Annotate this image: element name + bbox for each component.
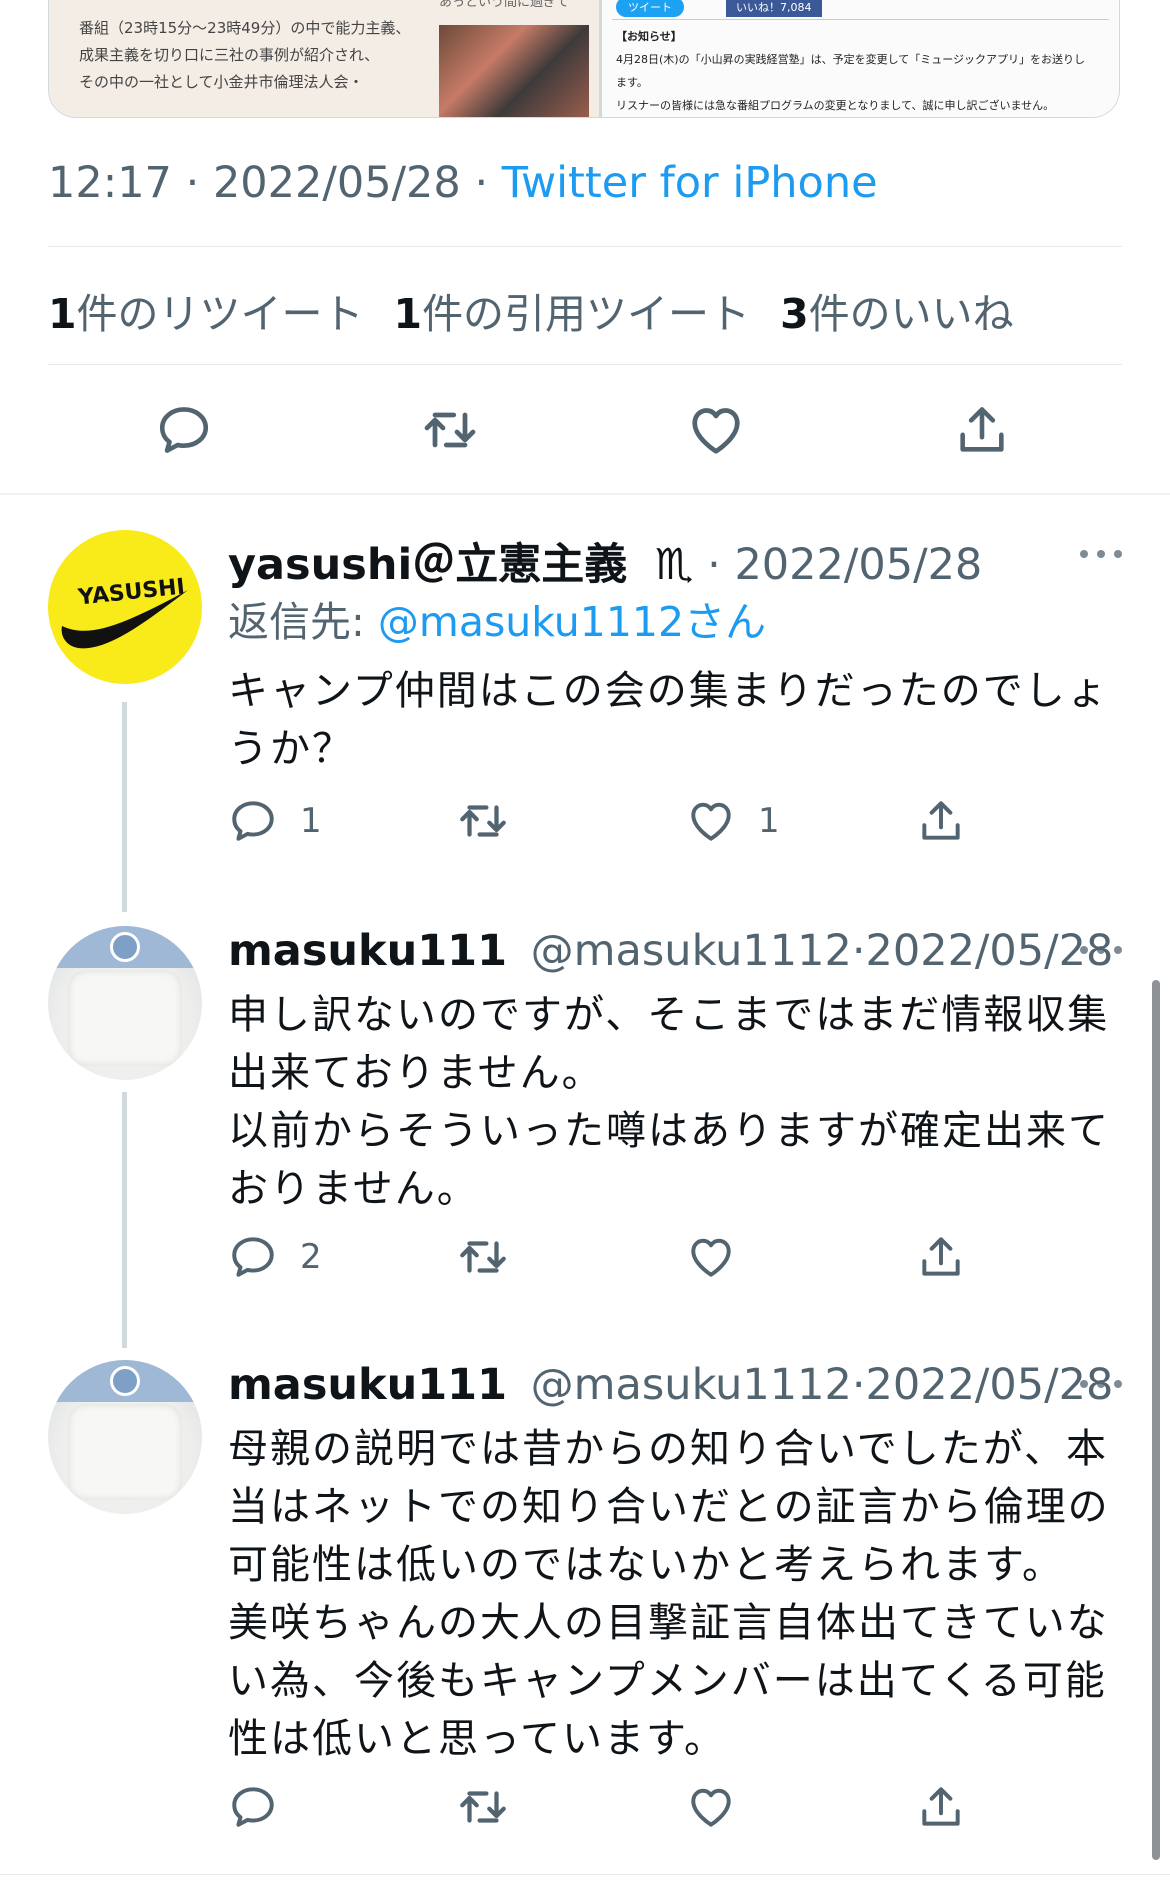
share-icon bbox=[916, 796, 966, 846]
retweet-button[interactable] bbox=[420, 400, 480, 460]
avatar[interactable] bbox=[48, 1360, 202, 1514]
reply-count: 2 bbox=[300, 1237, 322, 1277]
reply-action-bar: 2 bbox=[228, 1232, 988, 1282]
tweet-source[interactable]: Twitter for iPhone bbox=[502, 158, 878, 208]
more-icon[interactable] bbox=[1080, 1364, 1122, 1404]
media-photo: あっという間に過ぎて bbox=[439, 0, 589, 117]
reply-header: yasushi＠立憲主義 ♏ · 2022/05/28 bbox=[228, 530, 1122, 590]
divider bbox=[0, 1874, 1170, 1875]
divider bbox=[48, 364, 1122, 365]
group-photo bbox=[439, 25, 589, 117]
reply-icon bbox=[155, 401, 213, 459]
display-name[interactable]: masuku111 bbox=[228, 926, 507, 976]
reply-action-bar bbox=[228, 1782, 988, 1832]
retweet-icon bbox=[456, 794, 510, 848]
reply-to-handle[interactable]: @masuku1112 bbox=[378, 598, 684, 646]
reply-action-bar: 1 1 bbox=[228, 796, 988, 846]
heart-icon bbox=[686, 1782, 736, 1832]
reply-button[interactable]: 2 bbox=[228, 1232, 322, 1282]
avatar[interactable] bbox=[48, 926, 202, 1080]
reply-header: masuku111 @masuku1112·2022/05/28 bbox=[228, 1360, 1122, 1416]
media-divider bbox=[612, 19, 1109, 20]
reply-to-line: 返信先: @masuku1112さん bbox=[228, 598, 767, 646]
reply-text: 母親の説明では昔からの知り合いでしたが、本当はネットでの知り合いだとの証言から倫… bbox=[228, 1426, 1110, 1762]
display-name[interactable]: yasushi＠立憲主義 bbox=[228, 540, 627, 590]
tweet-meta: 12:17 · 2022/05/28 · Twitter for iPhone bbox=[48, 158, 878, 208]
like-button[interactable] bbox=[686, 1232, 736, 1282]
reply-icon bbox=[228, 796, 278, 846]
share-icon bbox=[916, 1232, 966, 1282]
like-count-link[interactable]: 3件のいいね bbox=[780, 280, 1014, 340]
retweet-button[interactable] bbox=[456, 796, 532, 846]
heart-icon bbox=[686, 400, 746, 460]
share-button[interactable] bbox=[952, 400, 1012, 460]
tweet-time[interactable]: 12:17 bbox=[48, 158, 172, 208]
reply-header: masuku111 @masuku1112·2022/05/28 bbox=[228, 926, 1122, 982]
thread-line bbox=[122, 1092, 127, 1348]
more-icon[interactable] bbox=[1080, 930, 1122, 970]
reply-icon bbox=[228, 1232, 278, 1282]
retweet-button[interactable] bbox=[456, 1232, 510, 1282]
quote-count-link[interactable]: 1件の引用ツイート bbox=[394, 280, 751, 340]
media-photo-caption: あっという間に過ぎて bbox=[439, 0, 570, 10]
reply-action-bar bbox=[228, 654, 988, 704]
reply-count: 1 bbox=[300, 801, 322, 841]
section-divider bbox=[0, 493, 1170, 495]
reply-text: 申し訳ないのですが、そこまではまだ情報収集出来ておりません。 以前からそういった… bbox=[228, 992, 1110, 1212]
swoosh-icon bbox=[61, 590, 188, 649]
heart-icon bbox=[686, 1232, 736, 1282]
reply-button[interactable] bbox=[154, 400, 214, 460]
media-image-left: 番組（23時15分〜23時49分）の中で能力主義、 成果主義を切り口に三社の事例… bbox=[49, 0, 599, 117]
thread-line bbox=[122, 702, 127, 912]
avatar[interactable]: YASUSHI bbox=[48, 530, 202, 684]
divider bbox=[48, 246, 1122, 247]
reply-date[interactable]: 2022/05/28 bbox=[866, 926, 1114, 976]
display-name[interactable]: masuku111 bbox=[228, 1360, 507, 1410]
tweet-date[interactable]: 2022/05/28 bbox=[213, 158, 461, 208]
engagement-counts: 1件のリツイート 1件の引用ツイート 3件のいいね bbox=[48, 280, 1014, 340]
zodiac-emoji: ♏ bbox=[654, 540, 694, 590]
user-handle[interactable]: @masuku1112 bbox=[531, 926, 852, 976]
media-notice-line: ます。 bbox=[616, 76, 648, 89]
share-icon bbox=[953, 401, 1011, 459]
reply-icon bbox=[228, 1782, 278, 1832]
like-button[interactable]: 1 bbox=[686, 796, 780, 846]
share-icon bbox=[916, 1782, 966, 1832]
user-handle[interactable]: @masuku1112 bbox=[531, 1360, 852, 1410]
media-tweet-button: ツイート bbox=[616, 0, 684, 17]
reply-button[interactable]: 1 bbox=[228, 796, 322, 846]
tweet-media-card[interactable]: 番組（23時15分〜23時49分）の中で能力主義、 成果主義を切り口に三社の事例… bbox=[48, 0, 1120, 118]
retweet-icon bbox=[456, 1230, 510, 1284]
retweet-icon bbox=[456, 1780, 510, 1834]
like-count: 1 bbox=[758, 801, 780, 841]
retweet-button[interactable] bbox=[456, 1782, 510, 1832]
reply-button[interactable] bbox=[228, 1782, 278, 1832]
scrollbar[interactable] bbox=[1152, 980, 1160, 1860]
reply-date[interactable]: 2022/05/28 bbox=[866, 1360, 1114, 1410]
like-button[interactable] bbox=[686, 1782, 736, 1832]
media-image-right: ツイート いいね！7,084 【お知らせ】 4月28日(木)の「小山昇の実践経営… bbox=[599, 0, 1119, 117]
media-like-button: いいね！7,084 bbox=[726, 0, 822, 17]
share-button[interactable] bbox=[916, 796, 966, 846]
heart-icon bbox=[686, 796, 736, 846]
retweet-count-link[interactable]: 1件のリツイート bbox=[48, 280, 364, 340]
media-notice-title: 【お知らせ】 bbox=[616, 30, 682, 43]
tweet-action-bar bbox=[48, 400, 1122, 460]
share-button[interactable] bbox=[916, 1232, 966, 1282]
more-icon[interactable] bbox=[1080, 534, 1122, 574]
share-button[interactable] bbox=[916, 1782, 966, 1832]
like-button[interactable] bbox=[686, 400, 746, 460]
retweet-icon bbox=[420, 399, 480, 461]
media-notice-line: 4月28日(木)の「小山昇の実践経営塾」は、予定を変更して「ミュージックアプリ」… bbox=[616, 53, 1086, 66]
media-notice-line: リスナーの皆様には急な番組プログラムの変更となりまして、誠に申し訳ございません。 bbox=[616, 99, 1055, 112]
reply-date[interactable]: 2022/05/28 bbox=[734, 540, 982, 590]
